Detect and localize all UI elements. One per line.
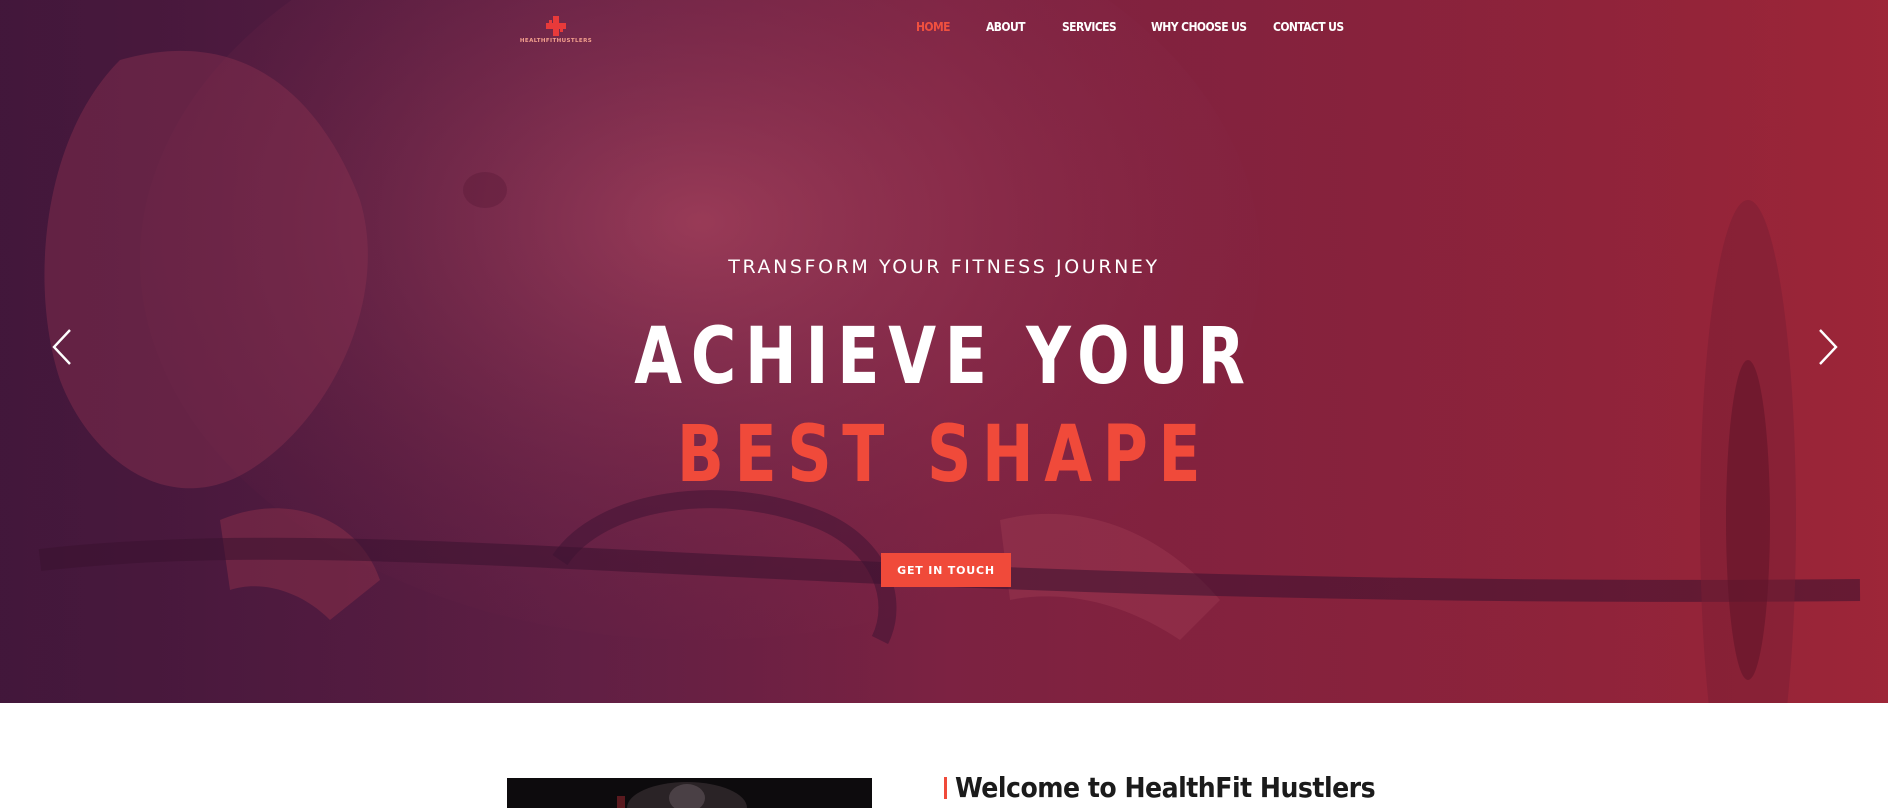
- about-heading-text: Welcome to HealthFit Hustlers: [955, 771, 1376, 804]
- slider-prev-button[interactable]: [46, 326, 82, 368]
- nav-item-contact-us[interactable]: CONTACT US: [1273, 19, 1344, 35]
- nav-item-home[interactable]: HOME: [916, 19, 951, 35]
- cross-dumbbell-icon: [546, 16, 566, 36]
- chevron-right-icon: [1819, 329, 1838, 365]
- chevron-left-icon: [52, 329, 71, 365]
- slider-next-button[interactable]: [1808, 326, 1844, 368]
- nav-item-why-choose-us[interactable]: WHY CHOOSE US: [1151, 19, 1247, 35]
- hero-slider: HEALTHFITHUSTLERS HOME ABOUT SERVICES WH…: [0, 0, 1888, 703]
- about-heading: Welcome to HealthFit Hustlers: [944, 770, 1376, 806]
- get-in-touch-button[interactable]: GET IN TOUCH: [881, 553, 1011, 587]
- hero-subtitle: TRANSFORM YOUR FITNESS JOURNEY: [728, 256, 1160, 278]
- nav-item-about[interactable]: ABOUT: [986, 19, 1025, 35]
- nav-item-services[interactable]: SERVICES: [1062, 19, 1117, 35]
- logo-text: HEALTHFITHUSTLERS: [519, 38, 593, 44]
- logo[interactable]: HEALTHFITHUSTLERS: [518, 16, 594, 50]
- heading-accent-bar: [944, 777, 947, 799]
- about-image: [507, 778, 872, 808]
- hero-headline-line2: BEST SHAPE: [676, 410, 1212, 500]
- hero-headline-line1: ACHIEVE YOUR: [634, 312, 1254, 402]
- athlete-photo: [617, 782, 747, 808]
